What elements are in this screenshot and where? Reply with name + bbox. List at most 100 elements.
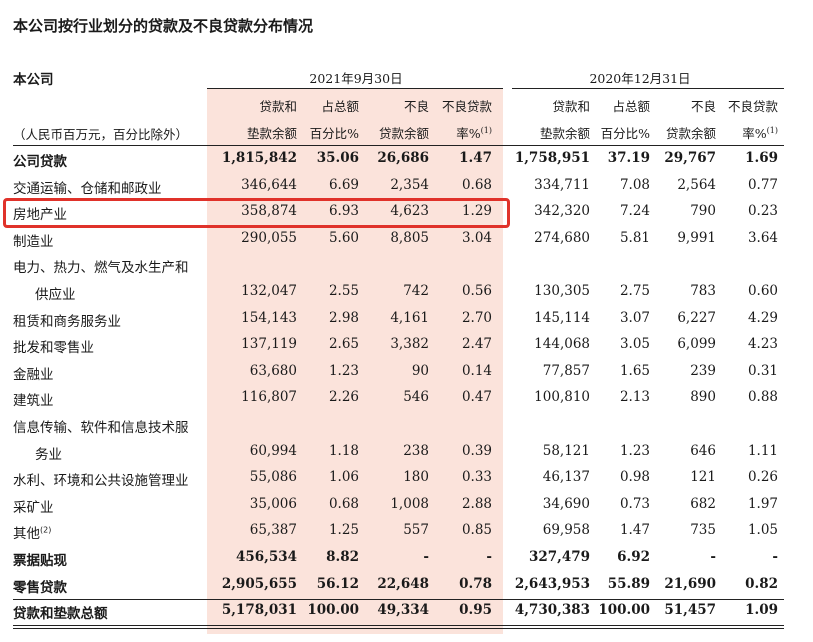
table-cell: 6.69: [328, 176, 359, 193]
table-cell: 29,767: [664, 150, 716, 166]
col-header-line2: 贷款余额: [666, 123, 716, 142]
table-cell: 0.14: [461, 362, 492, 379]
col-header-line2: 百分比%: [601, 123, 650, 142]
table-cell: 783: [690, 283, 716, 299]
table-cell: 77,857: [542, 362, 590, 379]
table-cell: 274,680: [534, 229, 590, 246]
table-cell: 35.06: [316, 150, 359, 166]
row-label: 电力、热力、燃气及水生产和: [13, 256, 189, 276]
table-cell: 22,648: [377, 575, 429, 592]
table-row: 水利、环境和公共设施管理业 55,086 1.06 180 0.33 46,137 0.98…: [0, 465, 813, 491]
period-header-2020: 2020年12月31日: [589, 71, 691, 86]
table-cell: 2.70: [461, 309, 492, 326]
table-cell: 0.26: [747, 469, 778, 486]
col-header-text: 贷款余额: [665, 126, 716, 141]
table-row: 信息传输、软件和信息技术服: [0, 412, 813, 438]
table-cell: 8.82: [326, 549, 359, 565]
table-row: 批发和零售业 137,119 2.65 3,382 2.47 144,068 3.05 6,0…: [0, 332, 813, 358]
table-row: 建筑业 116,807 2.26 546 0.47 100,810 2.13 890 0.88: [0, 385, 813, 411]
table-row: 票据贴现 456,534 8.82 - - 327,479 6.92 - -: [0, 545, 813, 571]
table-cell: 65,387: [249, 522, 297, 539]
table-cell: 100.00: [598, 602, 650, 619]
col-header-line1: 贷款和: [552, 99, 590, 114]
table-cell: 1.47: [619, 522, 650, 539]
table-cell: 6,227: [677, 309, 716, 326]
table-cell: 239: [690, 362, 716, 379]
col-header-text: 百分比%: [309, 126, 359, 141]
table-cell: 60,994: [249, 442, 297, 459]
table-cell: 0.68: [461, 176, 492, 193]
table-cell: 7.24: [619, 203, 650, 220]
table-cell: 334,711: [534, 176, 590, 193]
row-label-text: 交通运输、仓储和邮政业: [13, 180, 162, 197]
col-header-text: 百分比%: [600, 126, 650, 141]
table-cell: 51,457: [664, 602, 716, 619]
row-label: 票据贴现: [13, 549, 67, 569]
table-cell: 100,810: [534, 389, 590, 406]
table-cell: 4,161: [390, 309, 429, 326]
row-label-text: 公司贷款: [13, 154, 67, 170]
row-label: 公司贷款: [13, 150, 67, 170]
table-cell: 2,354: [390, 176, 429, 193]
row-label: 零售贷款: [13, 576, 67, 596]
table-cell: 49,334: [377, 602, 429, 619]
rule-period-2021: [207, 88, 503, 89]
table-row: 租赁和商务服务业 154,143 2.98 4,161 2.70 145,114 3.07 6…: [0, 306, 813, 332]
table-cell: 121: [690, 469, 716, 486]
table-cell: 3,382: [390, 336, 429, 353]
table-cell: 1.65: [619, 362, 650, 379]
row-label: 金融业: [13, 363, 54, 383]
table-cell: 154,143: [241, 309, 297, 326]
table-cell: 1,758,951: [514, 150, 590, 166]
table-cell: 1.25: [328, 522, 359, 539]
table-row: 供应业 132,047 2.55 742 0.56 130,305 2.75 783 0.60: [0, 279, 813, 305]
table-cell: 0.23: [747, 203, 778, 220]
table-row: 电力、热力、燃气及水生产和: [0, 252, 813, 278]
row-label-text: 租赁和商务服务业: [13, 313, 121, 330]
table-cell: 790: [690, 203, 716, 220]
row-label: 批发和零售业: [13, 336, 94, 356]
table-cell: 2.75: [619, 283, 650, 299]
row-label-text: 水利、环境和公共设施管理业: [13, 473, 189, 490]
row-label-text: 金融业: [13, 366, 54, 383]
col-header-text: 贷款余额: [378, 126, 429, 141]
table-row: 制造业 290,055 5.60 8,805 3.04 274,680 5.81 9,991 3…: [0, 226, 813, 252]
table-cell: 7.08: [619, 176, 650, 193]
col-header-line2: 率%(1): [456, 123, 492, 142]
table-cell: 1.06: [328, 469, 359, 486]
table-cell: 2.65: [328, 336, 359, 353]
table-cell: 137,119: [241, 336, 297, 353]
table-row: 采矿业 35,006 0.68 1,008 2.88 34,690 0.73 682 1.97: [0, 492, 813, 518]
page-title: 本公司按行业划分的贷款及不良贷款分布情况: [13, 17, 314, 35]
table-cell: 5,178,031: [221, 602, 297, 619]
footnote-marker: (1): [766, 125, 778, 135]
row-label: 采矿业: [13, 496, 54, 516]
table-cell: 346,644: [241, 176, 297, 193]
table-cell: -: [423, 549, 429, 565]
table-cell: 0.60: [747, 283, 778, 299]
table-cell: 238: [403, 442, 429, 459]
row-label-text: 信息传输、软件和信息技术服: [13, 420, 189, 436]
table-cell: 342,320: [534, 203, 590, 220]
row-label-text: 供应业: [35, 287, 76, 303]
row-label: 水利、环境和公共设施管理业: [13, 469, 189, 489]
table-cell: 0.77: [747, 176, 778, 193]
table-cell: 46,137: [542, 469, 590, 486]
table-cell: 735: [690, 522, 716, 539]
row-label: 交通运输、仓储和邮政业: [13, 177, 162, 197]
table-row: 金融业 63,680 1.23 90 0.14 77,857 1.65 239 0.31: [0, 359, 813, 385]
table-cell: 55,086: [249, 469, 297, 486]
table-cell: 4,730,383: [514, 602, 590, 619]
table-cell: 145,114: [534, 309, 590, 326]
col-header-text: 率%: [456, 126, 481, 141]
col-header-line1: 不良贷款: [727, 99, 778, 114]
row-label: 贷款和垫款总额: [13, 602, 108, 622]
row-label: 供应业: [35, 283, 76, 303]
table-cell: 0.33: [461, 469, 492, 486]
table-cell: 1.05: [747, 522, 778, 539]
table-cell: 56.12: [316, 575, 359, 592]
table-row: 交通运输、仓储和邮政业 346,644 6.69 2,354 0.68 334,711 7.…: [0, 173, 813, 199]
table-cell: 35,006: [249, 495, 297, 512]
row-label-text: 贷款和垫款总额: [13, 606, 108, 623]
table-cell: 0.82: [745, 575, 778, 592]
